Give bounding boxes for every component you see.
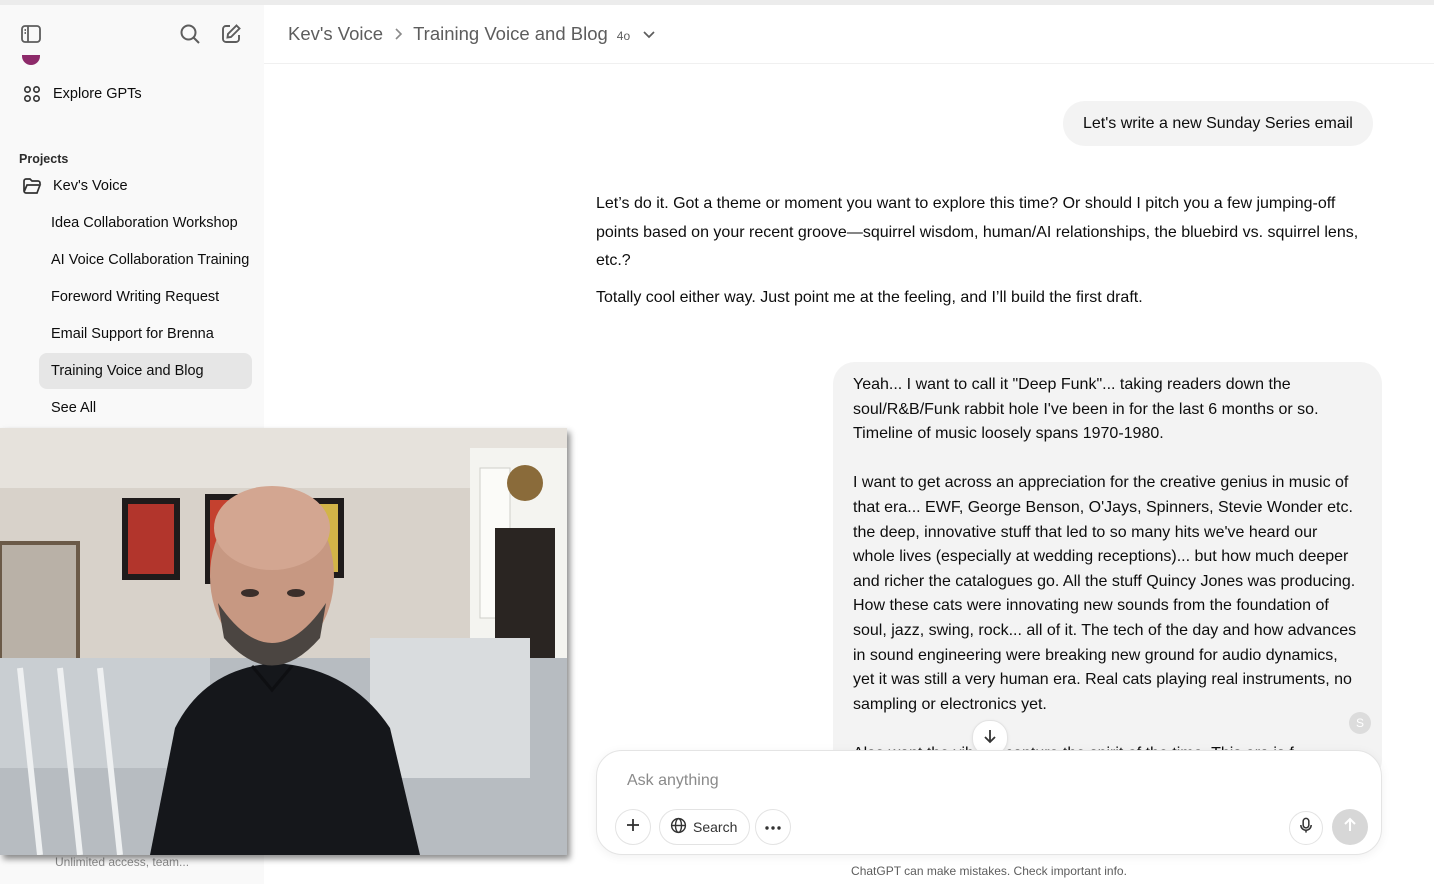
microphone-icon: [1299, 817, 1313, 839]
sidebar-item-label: AI Voice Collaboration Training: [51, 252, 250, 268]
webcam-overlay: [0, 428, 567, 855]
user-message: Let's write a new Sunday Series email: [1063, 101, 1373, 146]
search-toggle-label: Search: [693, 819, 738, 835]
user-paragraph: I want to get across an appreciation for…: [853, 474, 1361, 713]
webcam-video-frame: [0, 428, 567, 855]
user-paragraph: Yeah... I want to call it "Deep Funk"...…: [853, 376, 1323, 443]
explore-gpts-item[interactable]: Explore GPTs: [12, 76, 252, 112]
disclaimer-text: ChatGPT can make mistakes. Check importa…: [851, 864, 1127, 878]
attach-button[interactable]: [615, 809, 651, 845]
user-message: Yeah... I want to call it "Deep Funk"...…: [833, 362, 1382, 782]
new-chat-icon[interactable]: [217, 20, 245, 48]
sidebar-item-ai-voice-collaboration[interactable]: AI Voice Collaboration Training: [39, 242, 252, 278]
more-horizontal-icon: [764, 818, 782, 836]
breadcrumb-project[interactable]: Kev's Voice: [288, 23, 383, 45]
sidebar-item-idea-collaboration[interactable]: Idea Collaboration Workshop: [39, 205, 252, 241]
send-button[interactable]: [1332, 809, 1368, 845]
sidebar-item-label: Email Support for Brenna: [51, 326, 214, 342]
search-toggle-button[interactable]: Search: [659, 809, 751, 845]
grid-icon: [18, 85, 46, 103]
see-all-link[interactable]: See All: [39, 390, 252, 426]
more-tools-button[interactable]: [755, 809, 791, 845]
model-badge[interactable]: 4o: [617, 29, 630, 43]
project-kevs-voice[interactable]: Kev's Voice: [12, 168, 252, 204]
upgrade-plan-subtext[interactable]: Unlimited access, team...: [55, 855, 189, 869]
folder-icon: [18, 177, 46, 195]
assistant-paragraph: Let’s do it. Got a theme or moment you w…: [596, 195, 1359, 269]
sidebar-item-foreword-writing[interactable]: Foreword Writing Request: [39, 279, 252, 315]
assistant-message: Let’s do it. Got a theme or moment you w…: [596, 190, 1382, 320]
project-label: Kev's Voice: [53, 178, 128, 194]
sidebar-item-label: Training Voice and Blog: [51, 363, 204, 379]
breadcrumb-chat-title[interactable]: Training Voice and Blog: [413, 23, 608, 45]
assistant-paragraph: Totally cool either way. Just point me a…: [596, 288, 1143, 306]
sidebar-toggle-icon[interactable]: [17, 20, 45, 48]
sidebar-item-label: Foreword Writing Request: [51, 289, 220, 305]
arrow-up-icon: [1343, 817, 1357, 838]
message-composer: Search: [596, 750, 1382, 855]
grammar-extension-badge[interactable]: S: [1349, 712, 1371, 734]
sidebar-item-label: Idea Collaboration Workshop: [51, 215, 238, 231]
chevron-down-icon[interactable]: [642, 29, 656, 39]
sidebar-item-email-support[interactable]: Email Support for Brenna: [39, 316, 252, 352]
globe-icon: [670, 817, 687, 837]
explore-gpts-label: Explore GPTs: [53, 86, 142, 102]
gpt-avatar[interactable]: [22, 55, 40, 65]
dictate-button[interactable]: [1289, 811, 1323, 845]
prompt-input[interactable]: [625, 769, 1229, 793]
plus-icon: [625, 817, 641, 838]
chevron-right-icon: [393, 27, 403, 41]
arrow-down-icon: [983, 728, 997, 749]
see-all-label: See All: [51, 400, 97, 416]
search-icon[interactable]: [176, 20, 204, 48]
sidebar-item-training-voice[interactable]: Training Voice and Blog: [39, 353, 252, 389]
projects-heading: Projects: [19, 152, 69, 166]
chat-header: Kev's Voice Training Voice and Blog 4o: [264, 5, 1434, 64]
